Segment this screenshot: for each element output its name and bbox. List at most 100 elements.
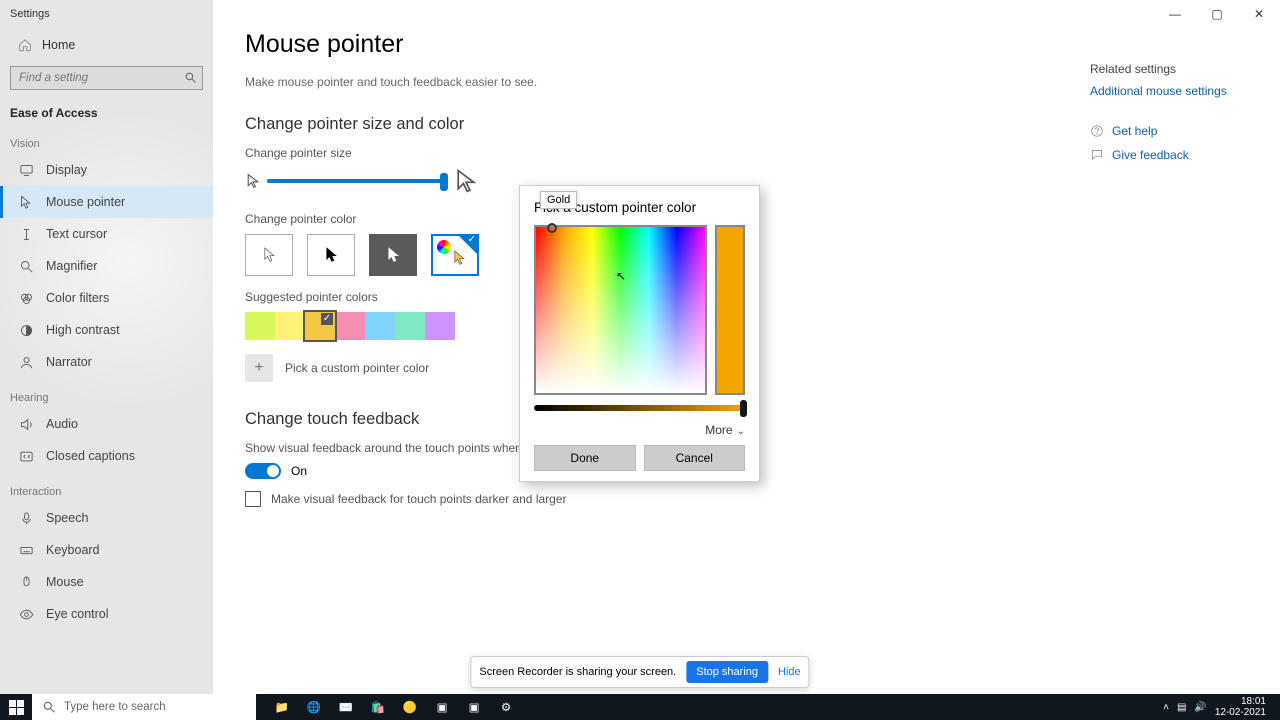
minimize-button[interactable]: —	[1154, 0, 1196, 28]
contrast-icon	[18, 322, 34, 338]
taskbar-app-chrome[interactable]: 🟡	[394, 694, 426, 720]
larger-feedback-checkbox[interactable]	[245, 491, 261, 507]
color-ring[interactable]	[547, 223, 557, 233]
home-label: Home	[42, 38, 75, 52]
sidebar-category-vision: Vision	[0, 124, 213, 154]
taskbar-app-generic2[interactable]: ▣	[458, 694, 490, 720]
suggested-color-1[interactable]	[275, 312, 305, 340]
taskbar-clock[interactable]: 18:01 12-02-2021	[1215, 696, 1272, 718]
get-help-label: Get help	[1112, 124, 1157, 138]
taskbar-search[interactable]: Type here to search	[32, 694, 256, 720]
search-input[interactable]	[10, 66, 203, 90]
sidebar-item-narrator[interactable]: Narrator	[0, 346, 213, 378]
mic-icon	[18, 510, 34, 526]
give-feedback-label: Give feedback	[1112, 148, 1189, 162]
sidebar-item-label: Narrator	[46, 355, 92, 369]
page-subtitle: Make mouse pointer and touch feedback ea…	[245, 75, 1058, 89]
sidebar-category-interaction: Interaction	[0, 472, 213, 502]
sidebar-item-label: Closed captions	[46, 449, 135, 463]
sidebar-item-closed-captions[interactable]: Closed captions	[0, 440, 213, 472]
taskbar-app-explorer[interactable]: 📁	[266, 694, 298, 720]
pointer-color-custom[interactable]	[431, 234, 479, 276]
sidebar-home[interactable]: Home	[0, 28, 213, 62]
cursor-icon: ↖	[616, 269, 626, 283]
sidebar-item-magnifier[interactable]: Magnifier	[0, 250, 213, 282]
sidebar-item-color-filters[interactable]: Color filters	[0, 282, 213, 314]
sidebar-item-display[interactable]: Display	[0, 154, 213, 186]
sidebar-item-label: Audio	[46, 417, 78, 431]
sidebar-item-label: Display	[46, 163, 87, 177]
color-tooltip: Gold	[540, 191, 577, 209]
sidebar-item-speech[interactable]: Speech	[0, 502, 213, 534]
suggested-color-3[interactable]	[335, 312, 365, 340]
settings-sidebar: Settings Home Ease of Access Vision Disp…	[0, 0, 213, 694]
cursor-large-icon	[453, 168, 479, 194]
system-tray[interactable]: ˄ ▤ 🔊 18:01 12-02-2021	[1155, 696, 1280, 718]
larger-feedback-label: Make visual feedback for touch points da…	[271, 492, 567, 506]
sidebar-item-eye-control[interactable]: Eye control	[0, 598, 213, 630]
taskbar-app-edge[interactable]: 🌐	[298, 694, 330, 720]
taskbar: Type here to search 📁 🌐 ✉️ 🛍️ 🟡 ▣ ▣ ⚙ ˄ …	[0, 694, 1280, 720]
taskbar-apps: 📁 🌐 ✉️ 🛍️ 🟡 ▣ ▣ ⚙	[266, 694, 1155, 720]
taskbar-app-store[interactable]: 🛍️	[362, 694, 394, 720]
cursor-small-icon	[245, 173, 261, 189]
cancel-button[interactable]: Cancel	[644, 445, 746, 471]
taskbar-app-generic1[interactable]: ▣	[426, 694, 458, 720]
sidebar-item-mouse[interactable]: Mouse	[0, 566, 213, 598]
tray-chevron-icon[interactable]: ˄	[1163, 702, 1169, 713]
sidebar-item-label: Eye control	[46, 607, 109, 621]
suggested-color-5[interactable]	[395, 312, 425, 340]
audio-icon	[18, 416, 34, 432]
additional-mouse-settings-link[interactable]: Additional mouse settings	[1090, 84, 1260, 98]
pointer-color-inverted[interactable]	[369, 234, 417, 276]
close-button[interactable]: ✕	[1238, 0, 1280, 28]
share-message: Screen Recorder is sharing your screen.	[479, 666, 676, 678]
maximize-button[interactable]: ▢	[1196, 0, 1238, 28]
sidebar-item-label: Speech	[46, 511, 88, 525]
sidebar-item-audio[interactable]: Audio	[0, 408, 213, 440]
taskbar-app-mail[interactable]: ✉️	[330, 694, 362, 720]
color-preview	[715, 225, 745, 395]
sidebar-item-mouse-pointer[interactable]: Mouse pointer	[0, 186, 213, 218]
color-wheel-icon	[437, 240, 451, 254]
done-button[interactable]: Done	[534, 445, 636, 471]
stop-sharing-button[interactable]: Stop sharing	[686, 661, 768, 683]
suggested-color-2[interactable]	[305, 312, 335, 340]
tray-volume-icon[interactable]: 🔊	[1194, 702, 1206, 713]
start-button[interactable]	[0, 694, 32, 720]
chevron-down-icon: ⌄	[737, 426, 745, 437]
pointer-color-white[interactable]	[245, 234, 293, 276]
value-slider[interactable]	[534, 405, 745, 411]
get-help-link[interactable]: Get help	[1090, 124, 1260, 138]
touch-feedback-toggle[interactable]	[245, 463, 281, 479]
more-toggle[interactable]: More⌄	[534, 423, 745, 437]
narrator-icon	[18, 354, 34, 370]
app-title: Settings	[0, 0, 213, 28]
pick-custom-label: Pick a custom pointer color	[285, 361, 429, 375]
pointer-size-slider[interactable]	[267, 179, 447, 183]
toggle-state: On	[291, 464, 307, 478]
sidebar-item-keyboard[interactable]: Keyboard	[0, 534, 213, 566]
filter-icon	[18, 290, 34, 306]
suggested-color-6[interactable]	[425, 312, 455, 340]
taskbar-app-settings[interactable]: ⚙	[490, 694, 522, 720]
mouse-icon	[18, 194, 34, 210]
hide-share-bar[interactable]: Hide	[778, 666, 801, 678]
suggested-color-4[interactable]	[365, 312, 395, 340]
search-icon	[184, 71, 197, 84]
color-spectrum[interactable]: ↖	[534, 225, 707, 395]
give-feedback-link[interactable]: Give feedback	[1090, 148, 1260, 162]
page-title: Mouse pointer	[245, 30, 1058, 59]
sidebar-item-high-contrast[interactable]: High contrast	[0, 314, 213, 346]
sidebar-item-text-cursor[interactable]: Text cursor	[0, 218, 213, 250]
plus-icon: +	[245, 354, 273, 382]
suggested-color-0[interactable]	[245, 312, 275, 340]
eye-icon	[18, 606, 34, 622]
sidebar-item-label: Color filters	[46, 291, 109, 305]
mouse2-icon	[18, 574, 34, 590]
color-picker-dialog: Pick a custom pointer color ↖ More⌄ Done…	[519, 185, 760, 482]
display-icon	[18, 162, 34, 178]
tray-network-icon[interactable]: ▤	[1177, 702, 1186, 713]
mag-icon	[18, 258, 34, 274]
pointer-color-black[interactable]	[307, 234, 355, 276]
